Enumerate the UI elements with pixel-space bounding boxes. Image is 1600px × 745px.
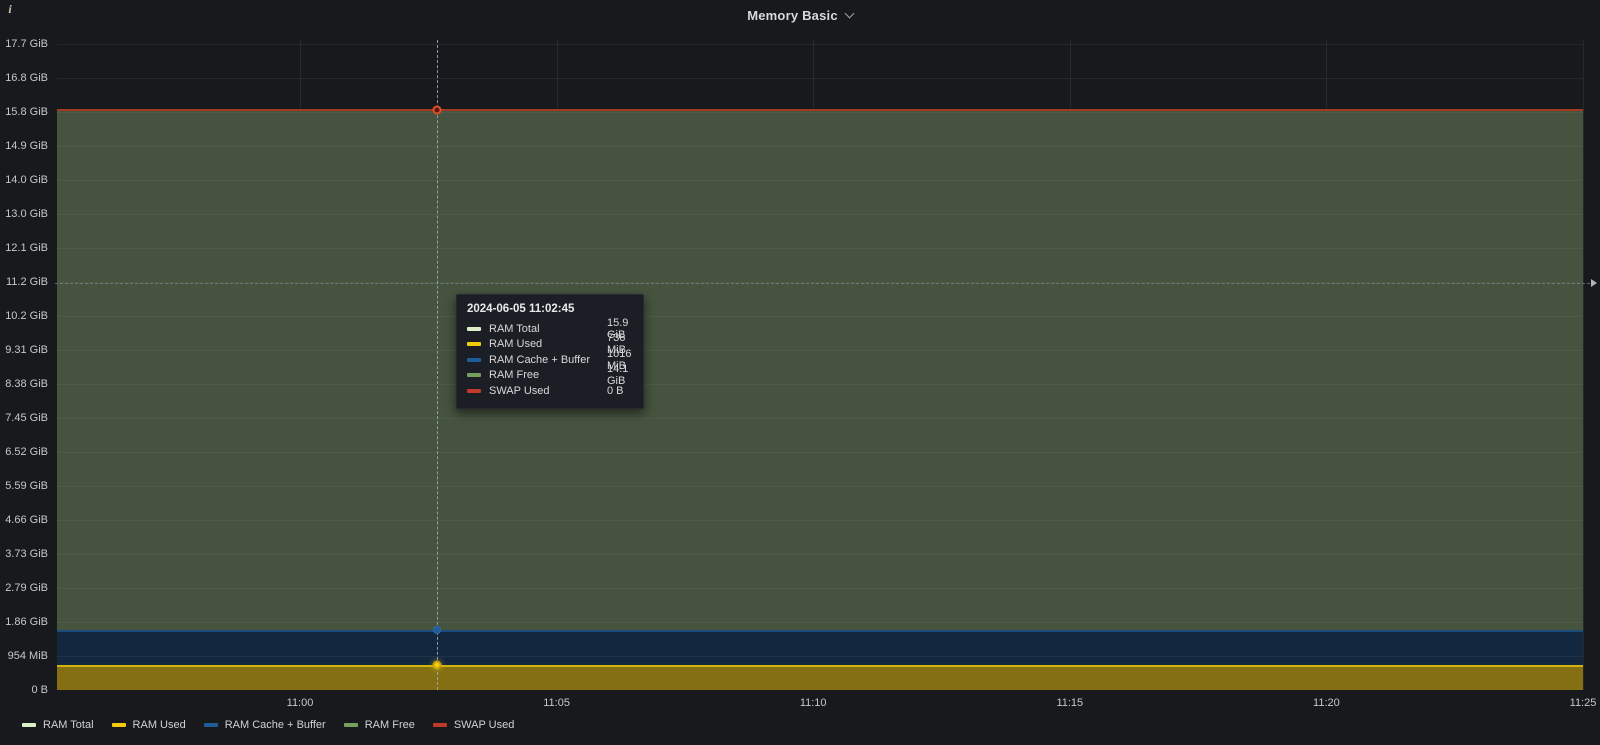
memory-basic-panel: i Memory Basic 17.7 GiB16.8 GiB15.8 GiB1… [0, 0, 1600, 745]
x-axis-tick-label: 11:20 [1304, 697, 1348, 709]
legend-item-label: RAM Cache + Buffer [225, 719, 326, 731]
series-color-swatch [467, 389, 481, 393]
tooltip-series-label: RAM Total [489, 323, 607, 335]
legend-item[interactable]: RAM Cache + Buffer [204, 719, 326, 731]
series-color-swatch [204, 723, 218, 727]
legend-item-label: RAM Free [365, 719, 415, 731]
tooltip-series-value: 0 B [607, 385, 624, 397]
tooltip: 2024-06-05 11:02:45 RAM Total15.9 GiBRAM… [456, 294, 644, 409]
series-color-swatch [467, 342, 481, 346]
tooltip-series-label: RAM Free [489, 369, 607, 381]
x-axis-tick-label: 11:05 [535, 697, 579, 709]
legend: RAM Total RAM Used RAM Cache + Buffer RAM F… [22, 715, 514, 735]
x-axis-tick-label: 11:25 [1561, 697, 1600, 709]
series-color-swatch [467, 327, 481, 331]
x-axis: 11:00 11:05 11:10 11:15 11:20 11:25 [0, 0, 1600, 745]
x-axis-tick-label: 11:00 [278, 697, 322, 709]
tooltip-row: SWAP Used0 B [467, 383, 633, 399]
tooltip-series-value: 14.1 GiB [607, 363, 633, 387]
x-axis-tick-label: 11:15 [1048, 697, 1092, 709]
series-color-swatch [467, 373, 481, 377]
legend-item[interactable]: SWAP Used [433, 719, 515, 731]
legend-item[interactable]: RAM Used [112, 719, 186, 731]
legend-item[interactable]: RAM Total [22, 719, 94, 731]
series-color-swatch [112, 723, 126, 727]
legend-item-label: RAM Total [43, 719, 94, 731]
tooltip-row: RAM Free14.1 GiB [467, 368, 633, 384]
legend-item-label: RAM Used [133, 719, 186, 731]
tooltip-series-label: SWAP Used [489, 385, 607, 397]
tooltip-series-label: RAM Used [489, 338, 607, 350]
series-color-swatch [467, 358, 481, 362]
series-color-swatch [344, 723, 358, 727]
tooltip-timestamp: 2024-06-05 11:02:45 [467, 303, 633, 315]
legend-item-label: SWAP Used [454, 719, 515, 731]
tooltip-series-label: RAM Cache + Buffer [489, 354, 607, 366]
x-axis-tick-label: 11:10 [791, 697, 835, 709]
series-color-swatch [22, 723, 36, 727]
series-color-swatch [433, 723, 447, 727]
legend-item[interactable]: RAM Free [344, 719, 415, 731]
